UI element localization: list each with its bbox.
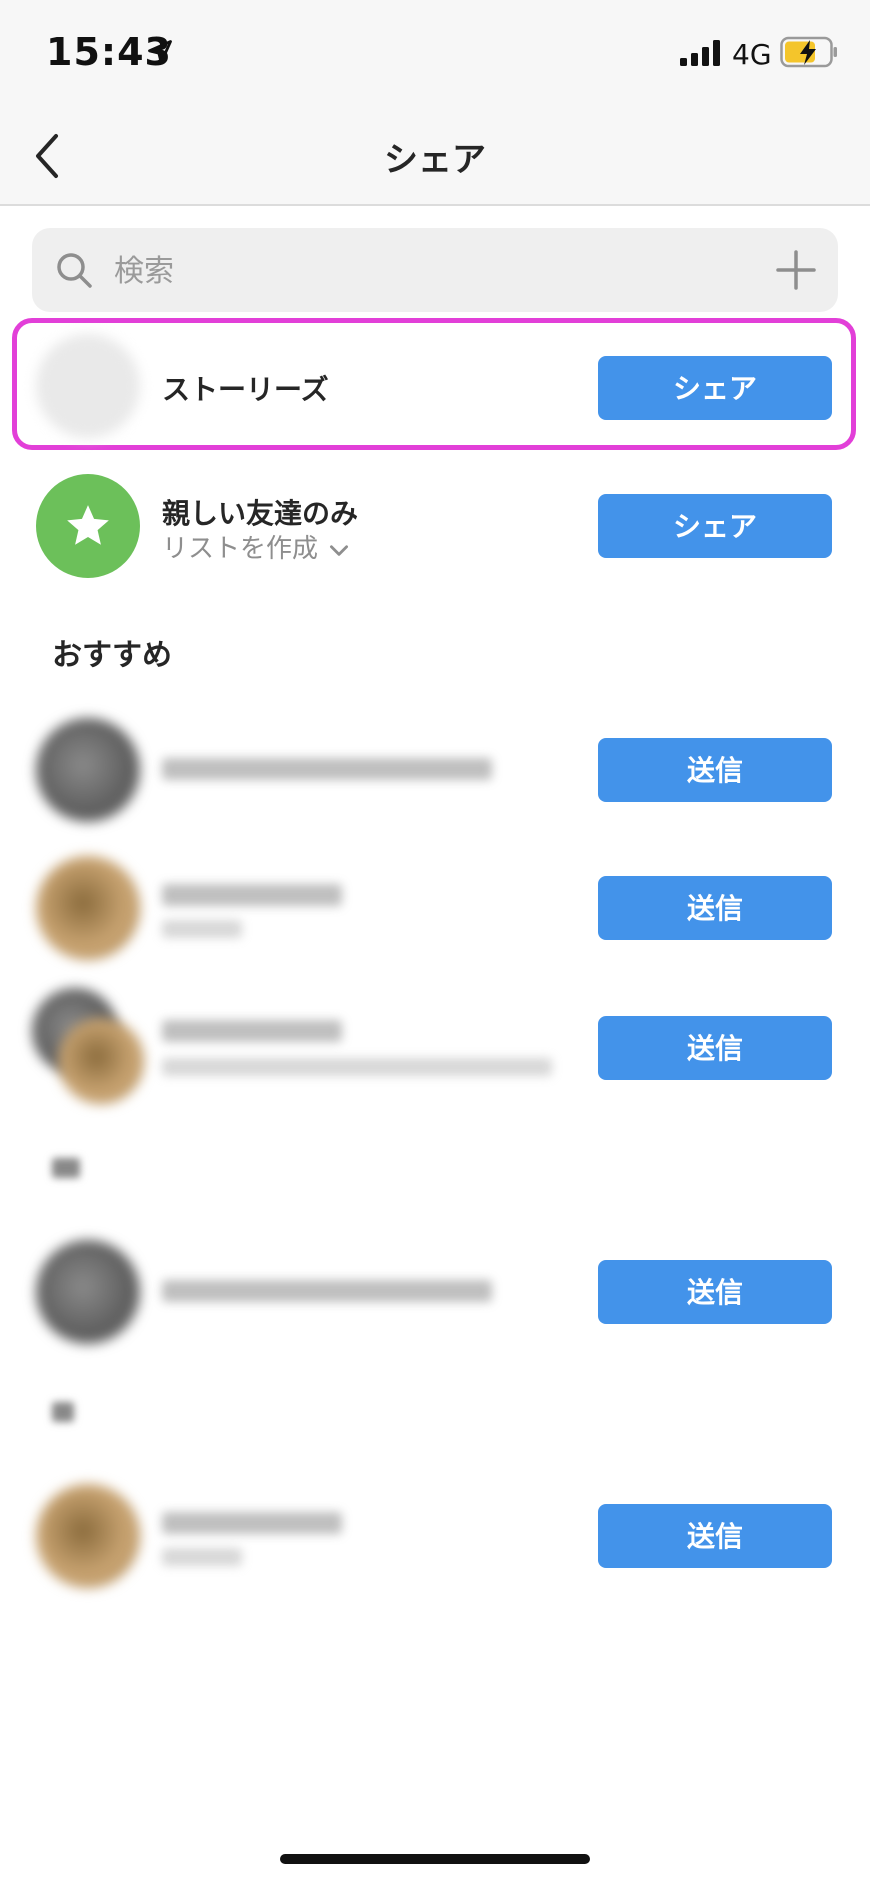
section-letter — [52, 1158, 80, 1178]
send-button[interactable]: 送信 — [598, 1504, 832, 1568]
avatar — [36, 1484, 140, 1588]
blurred-username — [162, 758, 492, 780]
nav-bar: シェア — [0, 110, 870, 206]
blurred-group-name — [162, 1020, 342, 1042]
send-button[interactable]: 送信 — [598, 876, 832, 940]
plus-icon[interactable] — [776, 250, 816, 290]
location-arrow-icon — [148, 40, 172, 64]
network-type: 4G — [732, 38, 772, 71]
search-bar[interactable] — [32, 228, 838, 312]
contact-row: 送信 — [0, 1484, 870, 1588]
page-title: シェア — [384, 140, 486, 180]
home-indicator[interactable] — [280, 1854, 590, 1864]
send-button[interactable]: 送信 — [598, 738, 832, 802]
avatar — [36, 718, 140, 822]
avatar — [36, 1240, 140, 1344]
share-button-close-friends[interactable]: シェア — [598, 494, 832, 558]
star-icon — [67, 505, 109, 545]
blurred-username — [162, 1512, 342, 1534]
create-list-label: リストを作成 — [162, 534, 319, 564]
share-button-stories[interactable]: シェア — [598, 356, 832, 420]
contact-row: 送信 — [0, 1240, 870, 1344]
suggested-row: 送信 — [0, 718, 870, 822]
row-name: ストーリーズ — [162, 373, 329, 406]
search-icon — [57, 253, 92, 288]
search-input[interactable] — [112, 242, 716, 300]
share-row-close-friends: 親しい友達のみ リストを作成 シェア — [0, 474, 870, 578]
suggested-row: 送信 — [0, 856, 870, 960]
avatar — [36, 334, 140, 438]
blurred-username — [162, 884, 342, 906]
suggested-row-group: 送信 — [0, 988, 870, 1104]
blurred-subtitle — [162, 920, 242, 938]
send-button[interactable]: 送信 — [598, 1260, 832, 1324]
battery-charging-icon — [780, 36, 837, 68]
share-row-stories: ストーリーズ シェア — [0, 334, 870, 438]
chevron-down-icon — [330, 544, 349, 556]
section-header-suggested: おすすめ — [52, 638, 172, 673]
send-button[interactable]: 送信 — [598, 1016, 832, 1080]
avatar — [58, 1018, 144, 1104]
create-list-link[interactable]: リストを作成 — [162, 528, 352, 565]
section-letter — [52, 1402, 74, 1422]
blurred-username — [162, 1280, 492, 1302]
close-friends-avatar — [36, 474, 140, 578]
status-bar: 15:43 4G — [0, 0, 870, 110]
row-name: 親しい友達のみ — [162, 497, 359, 530]
blurred-members — [162, 1058, 552, 1076]
avatar — [36, 856, 140, 960]
signal-bars-icon — [680, 40, 720, 66]
blurred-subtitle — [162, 1548, 242, 1566]
